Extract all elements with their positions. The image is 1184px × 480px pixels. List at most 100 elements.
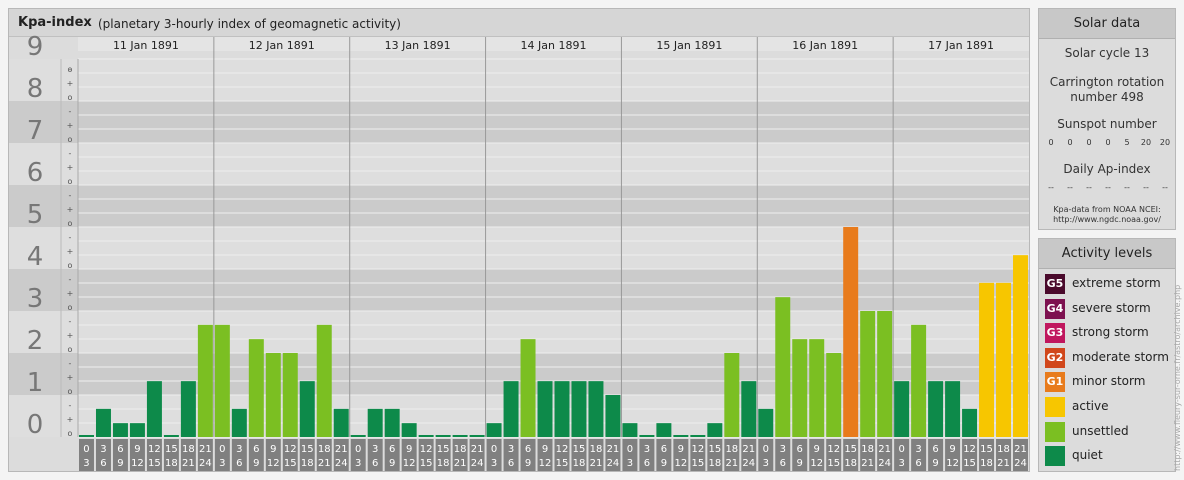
hour-end-label: 3 — [627, 458, 633, 469]
hour-end-label: 9 — [253, 458, 259, 469]
hour-start-label: 3 — [236, 444, 242, 455]
bar-6-1 — [911, 324, 927, 437]
bar-2-4 — [418, 435, 434, 437]
legend-label: strong storm — [1072, 325, 1149, 340]
bar-3-3 — [537, 381, 553, 437]
legend-label: severe storm — [1072, 300, 1151, 315]
hour-end-label: 24 — [742, 458, 755, 469]
minor-tick-label: - — [69, 107, 72, 116]
bar-6-2 — [928, 381, 944, 437]
bar-3-4 — [554, 381, 570, 437]
hour-end-label: 12 — [674, 458, 687, 469]
source-line1: Kpa-data from NOAA NCEI: — [1053, 205, 1161, 214]
hour-end-label: 12 — [810, 458, 823, 469]
legend-swatch: G5 — [1045, 274, 1065, 294]
hour-start-label: 6 — [661, 444, 667, 455]
legend-swatch — [1045, 446, 1065, 467]
ap-value-5: -- — [1143, 183, 1149, 192]
hour-end-label: 15 — [284, 458, 297, 469]
sunspot-value-1: 0 — [1067, 138, 1073, 147]
hour-end-label: 3 — [898, 458, 904, 469]
bar-2-2 — [384, 408, 400, 437]
ap-values: -- -- -- -- -- -- -- — [1043, 183, 1173, 192]
hour-end-label: 15 — [827, 458, 840, 469]
hour-end-label: 15 — [963, 458, 976, 469]
day-label: 16 Jan 1891 — [792, 39, 858, 52]
hour-start-label: 18 — [725, 444, 738, 455]
hour-start-label: 15 — [573, 444, 586, 455]
bar-4-2 — [656, 423, 672, 437]
bar-6-5 — [979, 282, 995, 437]
bar-0-4 — [146, 381, 162, 437]
hour-start-label: 21 — [742, 444, 755, 455]
hour-end-label: 12 — [946, 458, 959, 469]
ap-value-4: -- — [1124, 183, 1130, 192]
minor-tick-label: - — [69, 317, 72, 326]
bar-5-7 — [877, 311, 893, 437]
minor-tick-label: o — [68, 177, 73, 186]
legend-item-strong-storm: G3 strong storm — [1045, 323, 1173, 344]
hour-end-label: 15 — [420, 458, 433, 469]
bar-1-2 — [248, 339, 264, 437]
legend-swatch — [1045, 397, 1065, 417]
ap-value-1: -- — [1067, 183, 1073, 192]
solar-data-panel: Solar data Solar cycle 13 Carrington rot… — [1038, 8, 1176, 230]
day-label: 17 Jan 1891 — [928, 39, 994, 52]
legend-label: quiet — [1072, 448, 1103, 463]
bar-5-6 — [860, 311, 876, 437]
hour-end-label: 18 — [165, 458, 178, 469]
source-line2: http://www.ngdc.noaa.gov/ — [1053, 215, 1161, 224]
hour-start-label: 15 — [301, 444, 314, 455]
minor-tick-label: + — [67, 415, 74, 424]
hour-end-label: 12 — [267, 458, 280, 469]
kpa-bar-chart: 0123456789o+-o+-o+-o+-o+-o+-o+-o+-o+-o11… — [9, 32, 1029, 471]
hour-start-label: 12 — [963, 444, 976, 455]
sunspot-value-6: 20 — [1159, 138, 1171, 147]
hour-start-label: 18 — [318, 444, 331, 455]
sunspot-values: 0 0 0 0 5 20 20 — [1043, 138, 1173, 147]
bar-3-5 — [571, 381, 587, 437]
hour-start-label: 0 — [355, 444, 361, 455]
legend-swatch: G3 — [1045, 323, 1065, 344]
hour-end-label: 24 — [1014, 458, 1027, 469]
hour-end-label: 24 — [471, 458, 484, 469]
y-tick-label: 3 — [27, 284, 44, 314]
hour-start-label: 3 — [915, 444, 921, 455]
band-8 — [9, 59, 1029, 101]
bar-6-0 — [894, 381, 910, 437]
bar-0-2 — [112, 423, 128, 437]
hour-start-label: 18 — [997, 444, 1010, 455]
bar-4-5 — [707, 423, 723, 437]
hour-end-label: 9 — [117, 458, 123, 469]
ap-value-3: -- — [1105, 183, 1111, 192]
bar-6-7 — [1013, 255, 1028, 437]
hour-start-label: 9 — [678, 444, 684, 455]
ap-value-6: -- — [1162, 183, 1168, 192]
bar-3-6 — [588, 381, 604, 437]
minor-tick-label: o — [68, 65, 73, 74]
hour-start-label: 12 — [420, 444, 433, 455]
minor-tick-label: - — [69, 359, 72, 368]
legend-item-active: active — [1045, 397, 1173, 417]
hour-start-label: 6 — [117, 444, 123, 455]
carrington-line1: Carrington rotation — [1049, 75, 1165, 89]
hour-start-label: 6 — [797, 444, 803, 455]
bar-3-0 — [486, 423, 502, 437]
hour-start-label: 3 — [644, 444, 650, 455]
hour-start-label: 0 — [763, 444, 769, 455]
minor-tick-label: + — [67, 289, 74, 298]
y-tick-label: 8 — [27, 74, 44, 104]
day-label: 14 Jan 1891 — [521, 39, 587, 52]
hour-end-label: 18 — [573, 458, 586, 469]
legend-label: active — [1072, 399, 1109, 413]
bar-4-6 — [724, 353, 740, 437]
bar-6-6 — [996, 282, 1012, 437]
hour-start-label: 3 — [100, 444, 106, 455]
bar-0-7 — [197, 324, 213, 437]
legend-label: moderate storm — [1072, 349, 1169, 364]
bar-0-3 — [129, 423, 145, 437]
legend-swatch: G1 — [1045, 372, 1065, 393]
bar-0-5 — [163, 435, 179, 437]
bar-3-7 — [605, 395, 621, 437]
hour-start-label: 15 — [980, 444, 993, 455]
